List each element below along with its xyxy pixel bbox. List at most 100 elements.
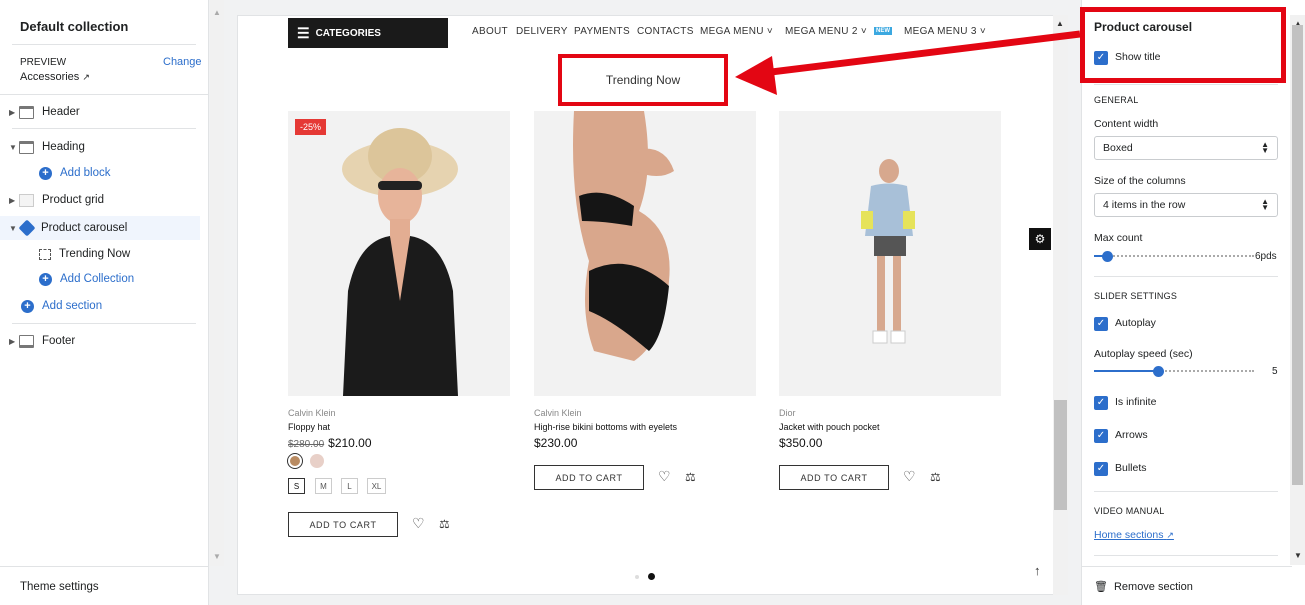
color-swatch[interactable]	[288, 454, 302, 468]
product-name[interactable]: High-rise bikini bottoms with eyelets	[534, 422, 677, 432]
slider-fill	[1094, 370, 1158, 372]
size-option-s[interactable]: S	[288, 478, 305, 494]
current-price: $210.00	[328, 436, 372, 450]
header-layout-icon	[19, 140, 34, 154]
compare-scale-icon[interactable]: ⚖	[685, 470, 696, 484]
settings-panel: Product carousel ✓ Show title GENERAL Co…	[1081, 0, 1305, 605]
content-width-select[interactable]: Boxed ▲ ▼	[1094, 136, 1278, 160]
product-photo	[779, 111, 1001, 396]
add-section-button[interactable]: + Add section	[0, 294, 200, 318]
scroll-down-icon[interactable]: ▼	[1294, 551, 1302, 560]
size-option-xl[interactable]: XL	[367, 478, 386, 494]
max-count-slider[interactable]	[1094, 251, 1254, 262]
sidebar-item-product-grid[interactable]: ▶ Product grid	[0, 188, 200, 212]
product-card[interactable]: Calvin Klein High-rise bikini bottoms wi…	[534, 111, 758, 490]
product-card[interactable]: Dior Jacket with pouch pocket $350.00 AD…	[779, 111, 1003, 490]
sidebar-item-footer[interactable]: ▶ Footer	[0, 329, 200, 353]
sidebar-item-header[interactable]: ▶ Header	[0, 100, 200, 124]
sidebar-item-label: Header	[42, 106, 80, 118]
sidebar-item-label: Product grid	[42, 194, 105, 206]
add-to-cart-button[interactable]: ADD TO CART	[534, 465, 644, 490]
home-sections-link[interactable]: Home sections ↗	[1094, 529, 1174, 541]
columns-select[interactable]: 4 items in the row ▲ ▼	[1094, 193, 1278, 217]
caret-down-icon[interactable]: ▼	[9, 143, 17, 152]
content-width-label: Content width	[1094, 118, 1159, 130]
scroll-up-icon[interactable]: ▲	[1056, 19, 1064, 28]
divider	[1094, 491, 1278, 492]
change-link[interactable]: Change	[163, 56, 202, 68]
header-layout-icon	[19, 105, 34, 119]
product-name[interactable]: Jacket with pouch pocket	[779, 422, 880, 432]
wishlist-heart-icon[interactable]: ♡	[903, 468, 916, 485]
add-icon: +	[39, 166, 52, 180]
nav-link-payments[interactable]: PAYMENTS	[574, 26, 630, 37]
compare-scale-icon[interactable]: ⚖	[930, 470, 941, 484]
wishlist-heart-icon[interactable]: ♡	[412, 515, 425, 532]
caret-right-icon[interactable]: ▶	[9, 337, 16, 346]
slider-handle[interactable]	[1101, 251, 1113, 262]
theme-settings-button[interactable]: Theme settings	[20, 581, 99, 593]
autoplay-checkbox[interactable]: ✓	[1094, 317, 1108, 331]
settings-gear-icon[interactable]: ⚙	[1029, 228, 1051, 250]
remove-section-button[interactable]: 🗑 Remove section	[1094, 580, 1193, 593]
scrollbar-thumb[interactable]	[1292, 25, 1303, 485]
nav-link-delivery[interactable]: DELIVERY	[516, 26, 568, 37]
link-text: Home sections	[1094, 529, 1164, 541]
add-to-cart-button[interactable]: ADD TO CART	[288, 512, 398, 537]
arrows-label: Arrows	[1115, 429, 1148, 441]
product-image[interactable]: -25%	[288, 111, 510, 396]
arrows-checkbox[interactable]: ✓	[1094, 429, 1108, 443]
product-photo	[534, 111, 756, 396]
autoplay-speed-slider[interactable]	[1094, 366, 1254, 377]
footer-layout-icon	[19, 334, 34, 348]
block-dashed-icon	[39, 248, 51, 260]
sidebar-item-trending-now[interactable]: Trending Now	[30, 242, 200, 266]
color-swatch[interactable]	[310, 454, 324, 468]
compare-scale-icon[interactable]: ⚖	[439, 517, 450, 531]
divider	[12, 323, 196, 324]
product-brand: Calvin Klein	[288, 408, 336, 418]
carousel-bullet[interactable]	[635, 575, 639, 579]
nav-link-mega-menu[interactable]: MEGA MENU ˅	[700, 26, 773, 37]
caret-right-icon[interactable]: ▶	[9, 196, 16, 205]
add-icon: +	[21, 299, 34, 313]
divider	[0, 94, 208, 95]
product-image[interactable]	[779, 111, 1001, 396]
section-title: Trending Now	[558, 54, 728, 106]
size-option-l[interactable]: L	[341, 478, 358, 494]
size-option-m[interactable]: M	[315, 478, 332, 494]
sidebar-item-product-carousel[interactable]: ▼ Product carousel	[0, 216, 200, 240]
categories-menu-button[interactable]: ☰ CATEGORIES	[288, 18, 448, 48]
caret-right-icon[interactable]: ▶	[9, 108, 16, 117]
bullets-checkbox[interactable]: ✓	[1094, 462, 1108, 476]
preview-collection-name: Accessories	[20, 71, 80, 83]
nav-link-about[interactable]: ABOUT	[472, 26, 508, 37]
scrollbar-thumb[interactable]	[1054, 400, 1067, 510]
back-to-top-icon[interactable]: ↑	[1034, 563, 1041, 578]
add-collection-button[interactable]: + Add Collection	[30, 267, 200, 291]
product-card[interactable]: -25% Calvin Klein Floppy hat $280.00 $210…	[288, 111, 512, 537]
settings-scrollbar[interactable]: ▲ ▼	[1290, 15, 1305, 565]
preview-value[interactable]: Accessories ↗	[20, 71, 90, 83]
carousel-bullet-active[interactable]	[648, 573, 655, 580]
nav-link-mega-menu-2[interactable]: MEGA MENU 2 ˅	[785, 26, 867, 37]
scroll-down-icon[interactable]: ▼	[213, 552, 221, 561]
add-to-cart-button[interactable]: ADD TO CART	[779, 465, 889, 490]
nav-link-contacts[interactable]: CONTACTS	[637, 26, 694, 37]
old-price: $280.00	[288, 439, 325, 450]
wishlist-heart-icon[interactable]: ♡	[658, 468, 671, 485]
sidebar-item-heading[interactable]: ▼ Heading	[0, 135, 200, 159]
product-price: $350.00	[779, 436, 823, 450]
preview-scrollbar[interactable]: ▲	[1053, 15, 1068, 595]
slider-handle[interactable]	[1153, 366, 1164, 377]
product-image[interactable]	[534, 111, 756, 396]
scroll-up-icon[interactable]: ▲	[213, 8, 221, 17]
product-name[interactable]: Floppy hat	[288, 422, 330, 432]
infinite-checkbox[interactable]: ✓	[1094, 396, 1108, 410]
add-block-button[interactable]: + Add block	[30, 161, 200, 185]
sidebar-scrollbar[interactable]: ▲ ▼	[210, 0, 224, 566]
caret-down-icon[interactable]: ▼	[9, 224, 17, 233]
nav-link-mega-menu-3[interactable]: MEGA MENU 3 ˅	[904, 26, 986, 37]
max-count-label: Max count	[1094, 232, 1143, 244]
general-heading: GENERAL	[1094, 95, 1139, 105]
